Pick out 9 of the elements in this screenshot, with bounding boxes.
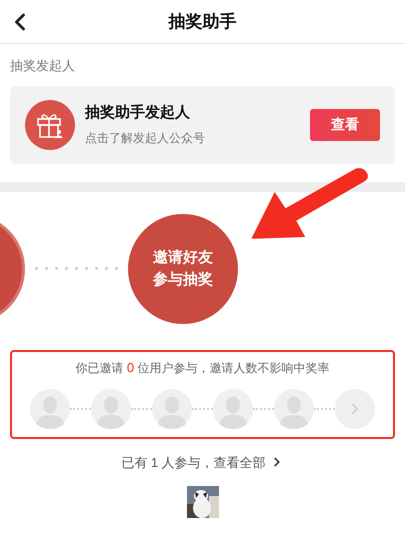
invite-friends-button[interactable]: 邀请好友 参与抽奖 [128,214,238,324]
gift-icon [25,100,75,150]
organizer-name: 抽奖助手发起人 [85,103,191,124]
page-title: 抽奖助手 [168,10,236,33]
view-all-participants-link[interactable]: 已有 1 人参与，查看全部 [121,452,284,472]
section-label: 抽奖发起人 [10,57,76,75]
organizer-subtitle: 点击了解发起人公众号 [85,130,206,147]
view-button[interactable]: 查看 [310,108,380,140]
invite-note: 你已邀请 0 位用户参与，邀请人数不影响中奖率 [76,358,330,376]
